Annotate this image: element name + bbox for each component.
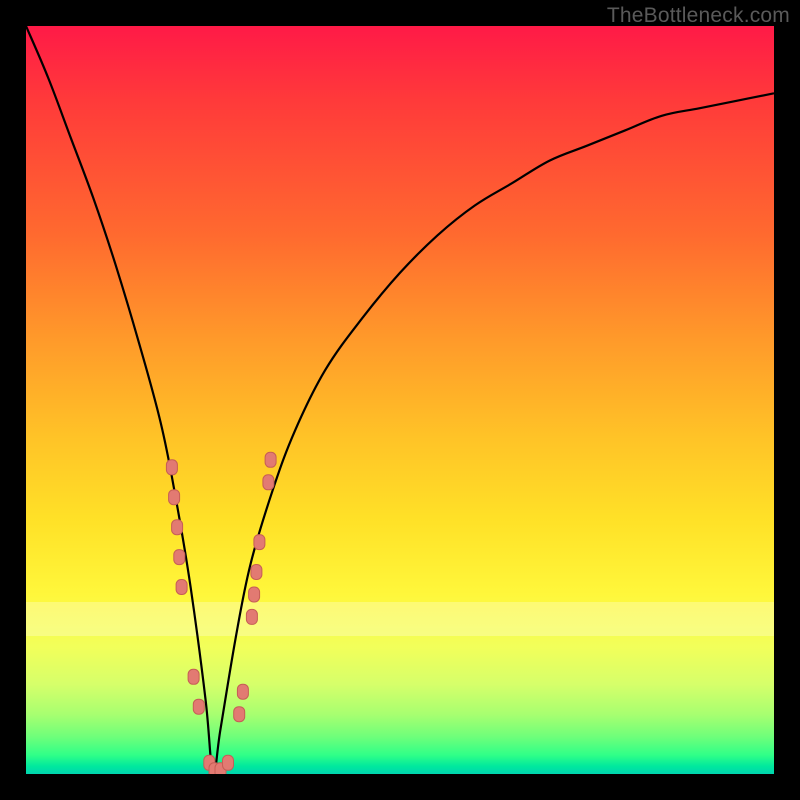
highlight-marker	[234, 707, 245, 722]
chart-frame: TheBottleneck.com	[0, 0, 800, 800]
highlight-marker	[251, 565, 262, 580]
highlight-marker	[249, 587, 260, 602]
highlight-marker	[166, 460, 177, 475]
highlight-marker	[188, 669, 199, 684]
highlight-marker	[176, 580, 187, 595]
highlight-marker	[169, 490, 180, 505]
highlight-marker	[246, 609, 257, 624]
highlight-marker	[193, 699, 204, 714]
highlight-marker	[265, 452, 276, 467]
highlight-marker	[263, 475, 274, 490]
highlight-marker	[172, 520, 183, 535]
highlight-marker	[223, 755, 234, 770]
highlight-marker	[237, 684, 248, 699]
plot-area	[26, 26, 774, 774]
watermark-text: TheBottleneck.com	[607, 4, 790, 28]
curve-layer	[26, 26, 774, 774]
bottleneck-curve	[26, 26, 774, 774]
highlight-marker	[174, 550, 185, 565]
highlight-marker	[254, 535, 265, 550]
